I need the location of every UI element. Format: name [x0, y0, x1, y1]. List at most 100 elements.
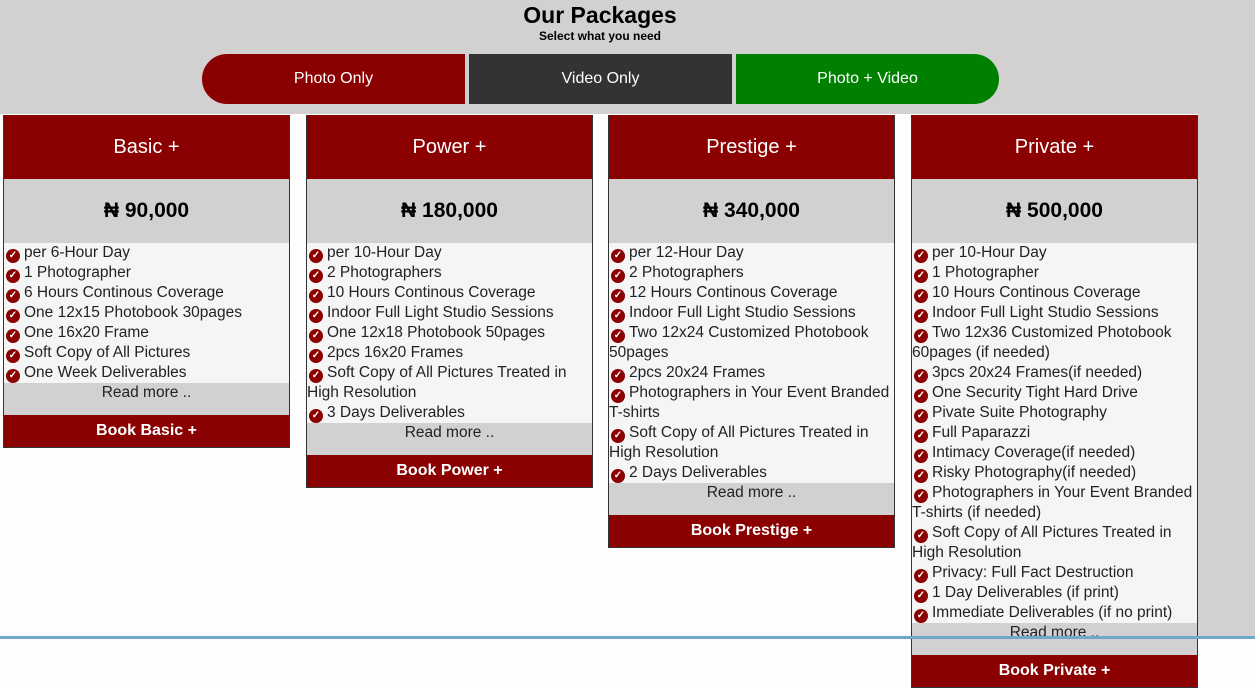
check-circle-icon: ✓ [309, 329, 323, 343]
check-circle-icon: ✓ [6, 369, 20, 383]
check-circle-icon: ✓ [914, 249, 928, 263]
check-circle-icon: ✓ [6, 249, 20, 263]
feature-text: 2 Photographers [327, 264, 442, 281]
feature-text: Intimacy Coverage(if needed) [932, 444, 1136, 461]
read-more-link[interactable]: Read more .. [912, 623, 1197, 655]
tab-video-only[interactable]: Video Only [469, 54, 732, 104]
feature-text: 3pcs 20x24 Frames(if needed) [932, 364, 1143, 381]
feature-item: ✓ One 12x18 Photobook 50pages [307, 323, 592, 343]
feature-item: ✓ Indoor Full Light Studio Sessions [912, 303, 1197, 323]
check-circle-icon: ✓ [914, 529, 928, 543]
feature-item: ✓ 6 Hours Continous Coverage [4, 283, 289, 303]
feature-text: 1 Photographer [932, 264, 1039, 281]
feature-item: ✓ Soft Copy of All Pictures Treated in Hi… [609, 423, 894, 463]
feature-item: ✓ One Week Deliverables [4, 363, 289, 383]
feature-text: per 10-Hour Day [327, 244, 442, 261]
read-more-link[interactable]: Read more .. [4, 383, 289, 415]
feature-text: 1 Photographer [24, 264, 131, 281]
feature-text: Soft Copy of All Pictures Treated in Hig… [609, 424, 869, 461]
feature-item: ✓ 3 Days Deliverables [307, 403, 592, 423]
tab-photo-only[interactable]: Photo Only [202, 54, 465, 104]
feature-item: ✓ Pivate Suite Photography [912, 403, 1197, 423]
package-price: ₦ 340,000 [609, 179, 894, 243]
feature-item: ✓ Indoor Full Light Studio Sessions [307, 303, 592, 323]
check-circle-icon: ✓ [914, 589, 928, 603]
book-private-button[interactable]: Book Private + [912, 655, 1197, 687]
check-circle-icon: ✓ [914, 389, 928, 403]
feature-text: 10 Hours Continous Coverage [327, 284, 536, 301]
feature-item: ✓ per 10-Hour Day [307, 243, 592, 263]
check-circle-icon: ✓ [309, 309, 323, 323]
check-circle-icon: ✓ [309, 349, 323, 363]
book-basic-button[interactable]: Book Basic + [4, 415, 289, 447]
check-circle-icon: ✓ [6, 329, 20, 343]
feature-text: Soft Copy of All Pictures Treated in Hig… [912, 524, 1172, 561]
feature-item: ✓ 2 Photographers [307, 263, 592, 283]
check-circle-icon: ✓ [914, 369, 928, 383]
feature-text: 2pcs 16x20 Frames [327, 344, 464, 361]
check-circle-icon: ✓ [914, 569, 928, 583]
feature-item: ✓ Risky Photography(if needed) [912, 463, 1197, 483]
check-circle-icon: ✓ [611, 249, 625, 263]
check-circle-icon: ✓ [914, 469, 928, 483]
feature-text: Privacy: Full Fact Destruction [932, 564, 1134, 581]
feature-item: ✓ 12 Hours Continous Coverage [609, 283, 894, 303]
check-circle-icon: ✓ [611, 369, 625, 383]
feature-item: ✓ per 12-Hour Day [609, 243, 894, 263]
feature-text: One Security Tight Hard Drive [932, 384, 1138, 401]
feature-item: ✓ Soft Copy of All Pictures Treated in Hi… [307, 363, 592, 403]
feature-item: ✓ Two 12x36 Customized Photobook 60pages … [912, 323, 1197, 363]
package-type-tabs: Photo Only Video Only Photo + Video [202, 54, 999, 104]
feature-item: ✓ 3pcs 20x24 Frames(if needed) [912, 363, 1197, 383]
feature-item: ✓ Photographers in Your Event Branded T-s… [609, 383, 894, 423]
check-circle-icon: ✓ [914, 329, 928, 343]
package-name: Private + [912, 115, 1197, 179]
check-circle-icon: ✓ [914, 609, 928, 623]
tab-photo-video[interactable]: Photo + Video [736, 54, 999, 104]
feature-item: ✓ One 16x20 Frame [4, 323, 289, 343]
check-circle-icon: ✓ [611, 389, 625, 403]
read-more-link[interactable]: Read more .. [307, 423, 592, 455]
book-power-button[interactable]: Book Power + [307, 455, 592, 487]
feature-text: Indoor Full Light Studio Sessions [327, 304, 554, 321]
feature-list: ✓ per 10-Hour Day ✓ 2 Photographers ✓ 10 Hour… [307, 243, 592, 423]
feature-text: 1 Day Deliverables (if print) [932, 584, 1119, 601]
check-circle-icon: ✓ [309, 369, 323, 383]
feature-item: ✓ Two 12x24 Customized Photobook 50pages [609, 323, 894, 363]
check-circle-icon: ✓ [611, 289, 625, 303]
feature-item: ✓ Intimacy Coverage(if needed) [912, 443, 1197, 463]
feature-item: ✓ One Security Tight Hard Drive [912, 383, 1197, 403]
feature-text: One 12x15 Photobook 30pages [24, 304, 243, 321]
feature-text: Photographers in Your Event Branded T-sh… [609, 384, 890, 421]
check-circle-icon: ✓ [611, 429, 625, 443]
feature-item: ✓ 2pcs 20x24 Frames [609, 363, 894, 383]
feature-text: Indoor Full Light Studio Sessions [932, 304, 1159, 321]
feature-item: ✓ 1 Day Deliverables (if print) [912, 583, 1197, 603]
feature-text: Two 12x24 Customized Photobook 50pages [609, 324, 869, 361]
page-title: Our Packages [523, 2, 677, 28]
feature-item: ✓ Privacy: Full Fact Destruction [912, 563, 1197, 583]
feature-item: ✓ Full Paparazzi [912, 423, 1197, 443]
feature-text: 3 Days Deliverables [327, 404, 465, 421]
feature-text: 2 Photographers [629, 264, 744, 281]
check-circle-icon: ✓ [309, 269, 323, 283]
check-circle-icon: ✓ [6, 309, 20, 323]
check-circle-icon: ✓ [914, 409, 928, 423]
package-price: ₦ 90,000 [4, 179, 289, 243]
check-circle-icon: ✓ [6, 289, 20, 303]
check-circle-icon: ✓ [611, 469, 625, 483]
check-circle-icon: ✓ [914, 309, 928, 323]
feature-text: per 12-Hour Day [629, 244, 744, 261]
feature-item: ✓ Soft Copy of All Pictures Treated in Hi… [912, 523, 1197, 563]
feature-item: ✓ 10 Hours Continous Coverage [912, 283, 1197, 303]
feature-list: ✓ per 10-Hour Day ✓ 1 Photographer ✓ 10 Hours… [912, 243, 1197, 623]
package-card-private: Private + ₦ 500,000 ✓ per 10-Hour Day ✓ 1 P… [911, 115, 1198, 688]
feature-text: 12 Hours Continous Coverage [629, 284, 838, 301]
book-prestige-button[interactable]: Book Prestige + [609, 515, 894, 547]
check-circle-icon: ✓ [611, 309, 625, 323]
feature-item: ✓ Indoor Full Light Studio Sessions [609, 303, 894, 323]
feature-item: ✓ per 10-Hour Day [912, 243, 1197, 263]
feature-list: ✓ per 6-Hour Day ✓ 1 Photographer ✓ 6 Hours C… [4, 243, 289, 383]
check-circle-icon: ✓ [6, 269, 20, 283]
read-more-link[interactable]: Read more .. [609, 483, 894, 515]
